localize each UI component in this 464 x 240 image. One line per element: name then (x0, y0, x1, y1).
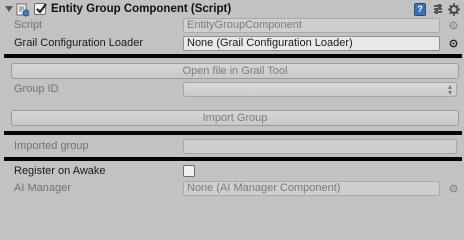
ai-manager-row: AI Manager None (AI Manager Component) (0, 180, 464, 198)
component-enabled-checkbox[interactable] (34, 3, 47, 15)
ai-manager-field: None (AI Manager Component) (183, 181, 440, 196)
register-on-awake-checkbox[interactable] (183, 165, 195, 177)
loader-row: Grail Configuration Loader None (Grail C… (0, 35, 464, 53)
object-picker-icon[interactable] (449, 39, 458, 48)
imported-group-row: Imported group (0, 138, 464, 156)
loader-field[interactable]: None (Grail Configuration Loader) (183, 36, 440, 51)
group-id-dropdown[interactable]: ▴ ▾ (183, 82, 457, 97)
imported-group-field (183, 139, 457, 154)
open-in-grail-tool-button[interactable]: Open file in Grail Tool (11, 63, 459, 79)
dropdown-arrows-icon: ▴ ▾ (447, 82, 452, 97)
object-picker-icon[interactable] (449, 21, 458, 30)
group-id-row: Group ID ▴ ▾ (0, 81, 464, 99)
imported-group-label: Imported group (14, 140, 89, 152)
separator-line (4, 54, 462, 58)
separator-line (4, 131, 462, 135)
register-label: Register on Awake (14, 165, 106, 177)
register-row: Register on Awake (0, 163, 464, 181)
help-icon[interactable]: ? (414, 3, 426, 16)
ai-manager-label: AI Manager (14, 182, 71, 194)
component-title: Entity Group Component (Script) (51, 3, 232, 15)
script-icon (16, 3, 29, 17)
script-field: EntityGroupComponent (183, 18, 440, 33)
loader-label: Grail Configuration Loader (14, 37, 144, 49)
separator-line (4, 157, 462, 161)
group-id-label: Group ID (14, 83, 59, 95)
settings-gear-icon[interactable] (448, 3, 460, 16)
script-row: Script EntityGroupComponent (0, 17, 464, 35)
import-group-button[interactable]: Import Group (11, 110, 459, 126)
script-label: Script (14, 19, 43, 31)
foldout-arrow-icon[interactable] (5, 6, 13, 12)
preset-icon[interactable] (432, 3, 444, 16)
object-picker-icon[interactable] (449, 184, 458, 193)
